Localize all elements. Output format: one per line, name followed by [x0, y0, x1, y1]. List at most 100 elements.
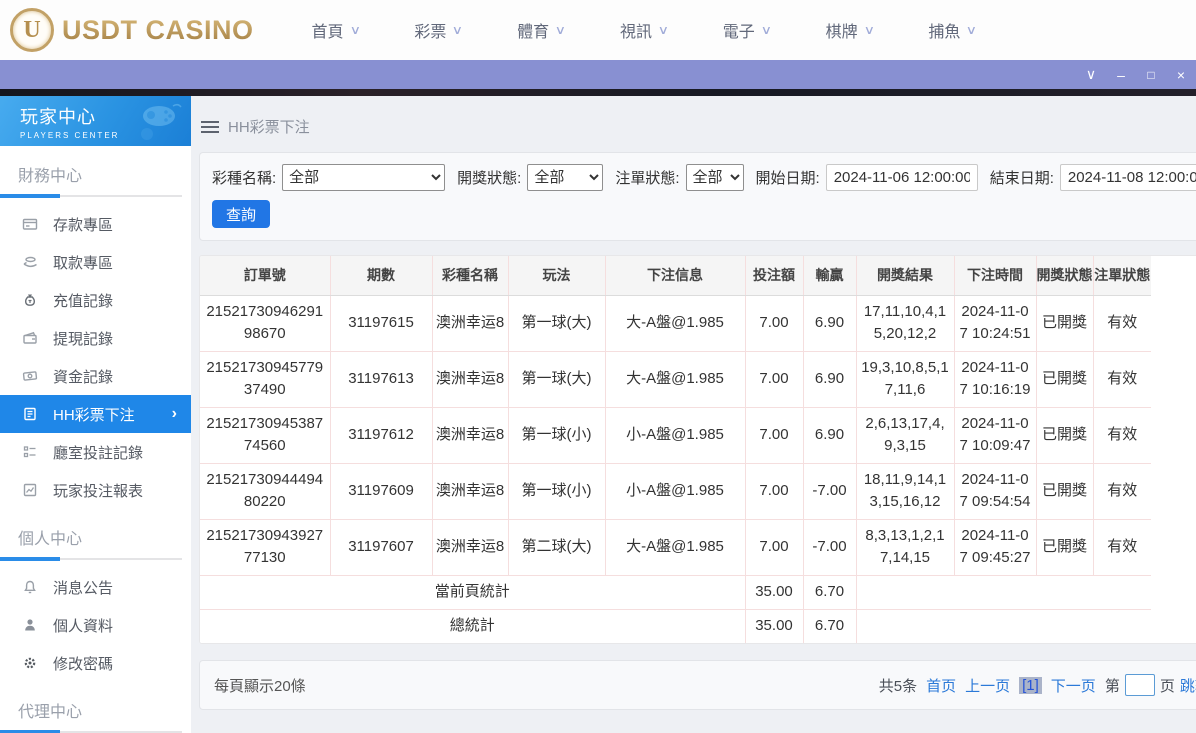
window-minimize-icon[interactable]: – [1106, 67, 1136, 83]
search-button[interactable]: 查詢 [212, 200, 271, 228]
page-total-label: 當前頁統計 [200, 574, 746, 610]
cell-bet-info: 大-A盤@1.985 [604, 294, 746, 352]
nav-item-sports[interactable]: 體育 ∨ [517, 18, 566, 42]
sidebar-item-funds-record[interactable]: 資金記錄 [0, 357, 191, 395]
order-status-select[interactable]: 全部 [685, 164, 744, 191]
cell-order-status: 有效 [1092, 350, 1151, 408]
table-row: 2152173094449480220 31197609 澳洲幸运8 第一球(小… [200, 462, 1151, 520]
section-rule [0, 557, 182, 561]
sidebar-item-profile[interactable]: 個人資料 [0, 606, 191, 644]
jump-link[interactable]: 跳转 [1180, 675, 1196, 696]
sidebar-item-hh-lottery-bets[interactable]: HH彩票下注 › [0, 395, 191, 433]
sidebar-item-label: 充值記錄 [53, 292, 114, 310]
nav-label: 彩票 [414, 24, 447, 41]
cell-draw-status: 已開獎 [1035, 406, 1094, 464]
col-bet-info: 下注信息 [604, 256, 746, 296]
cell-order-id: 2152173094392777130 [200, 518, 331, 576]
report-chart-icon [23, 483, 37, 497]
sidebar-item-announcements[interactable]: 消息公告 [0, 568, 191, 606]
cell-play: 第一球(大) [507, 350, 606, 408]
nav-item-electronic[interactable]: 電子 ∨ [723, 18, 772, 42]
nav-item-lottery[interactable]: 彩票 ∨ [414, 18, 463, 42]
cell-amount: 7.00 [744, 518, 804, 576]
cell-amount: 7.00 [744, 462, 804, 520]
col-order-status: 注單狀態 [1092, 256, 1151, 296]
sidebar-item-label: 消息公告 [53, 579, 114, 597]
cell-bet-info: 大-A盤@1.985 [604, 350, 746, 408]
cell-bet-time: 2024-11-07 10:09:47 [953, 406, 1037, 464]
cell-period: 31197612 [329, 406, 433, 464]
start-date-label: 開始日期: [755, 170, 820, 187]
sidebar-item-label: 取款專區 [53, 254, 114, 272]
table-row: 2152173094538774560 31197612 澳洲幸运8 第一球(小… [200, 406, 1151, 464]
sidebar-item-room-bet-record[interactable]: 廳室投註記錄 [0, 433, 191, 471]
prev-page-link[interactable]: 上一页 [965, 675, 1010, 696]
sidebar-item-withdrawal-record[interactable]: 提現記錄 [0, 319, 191, 357]
nav-item-chess[interactable]: 棋牌 ∨ [826, 18, 875, 42]
col-period: 期數 [329, 256, 433, 296]
gamepad-icon [141, 103, 182, 140]
nav-item-video[interactable]: 視訊 ∨ [619, 18, 670, 42]
lottery-name-label: 彩種名稱: [212, 170, 277, 187]
nav-label: 視訊 [619, 24, 652, 41]
cell-period: 31197607 [329, 518, 433, 576]
nav-item-fishing[interactable]: 捕魚 ∨ [928, 18, 977, 42]
players-center-header: 玩家中心 PLAYERS CENTER [0, 96, 191, 146]
cell-lottery: 澳洲幸运8 [431, 350, 509, 408]
cell-bet-time: 2024-11-07 10:16:19 [953, 350, 1037, 408]
draw-status-select[interactable]: 全部 [527, 164, 604, 191]
window-chevron-icon[interactable]: ∨ [1076, 66, 1106, 83]
next-page-link[interactable]: 下一页 [1051, 675, 1096, 696]
chevron-down-icon: ∨ [863, 23, 875, 37]
sidebar-item-deposit[interactable]: 存款專區 [0, 205, 191, 243]
banknote-icon [22, 371, 38, 381]
gear-icon [24, 657, 36, 669]
window-titlebar: ∨ – □ × [0, 60, 1196, 89]
page-title: HH彩票下注 [228, 119, 310, 136]
cell-bet-time: 2024-11-07 10:24:51 [953, 294, 1037, 352]
menu-toggle-icon[interactable] [201, 120, 219, 133]
first-page-link[interactable]: 首页 [926, 675, 956, 696]
jump-suffix: 页 [1159, 677, 1175, 695]
chevron-down-icon: ∨ [349, 23, 361, 37]
per-page-text: 每頁顯示20條 [214, 677, 306, 695]
grand-total-amount: 35.00 [744, 608, 804, 643]
sidebar-item-label: 個人資料 [53, 617, 114, 635]
sidebar-item-recharge-record[interactable]: 充值記錄 [0, 281, 191, 319]
sidebar-item-change-password[interactable]: 修改密碼 [0, 644, 191, 682]
page-jump-input[interactable] [1124, 674, 1155, 696]
end-date-input[interactable] [1059, 164, 1196, 191]
pagination-bar: 每頁顯示20條 共5条 首页 上一页 [1] 下一页 第 页 跳转 [199, 660, 1196, 710]
cell-order-status: 有效 [1092, 462, 1151, 520]
current-page[interactable]: [1] [1019, 676, 1042, 694]
section-title-agent: 代理中心 [18, 704, 83, 721]
chevron-down-icon: ∨ [657, 23, 670, 37]
cell-lottery: 澳洲幸运8 [431, 518, 509, 576]
cell-play: 第一球(小) [507, 406, 606, 464]
sidebar-item-label: HH彩票下注 [53, 406, 135, 424]
chevron-down-icon: ∨ [760, 23, 772, 37]
cell-result: 19,3,10,8,5,17,11,6 [855, 350, 955, 408]
window-close-icon[interactable]: × [1166, 67, 1196, 83]
sidebar: 玩家中心 PLAYERS CENTER 財務中心 存款專區 取款專區 充值記錄 … [0, 96, 191, 733]
nav-label: 捕魚 [928, 24, 961, 41]
sidebar-item-withdraw[interactable]: 取款專區 [0, 243, 191, 281]
top-header: U USDT CASINO 首頁 ∨ 彩票 ∨ 體育 ∨ 視訊 ∨ 電子 ∨ 棋… [0, 0, 1196, 60]
cell-period: 31197609 [329, 462, 433, 520]
start-date-input[interactable] [825, 164, 978, 191]
end-date-label: 結束日期: [989, 170, 1054, 187]
filter-panel: 彩種名稱: 全部 開獎狀態: 全部 注單狀態: 全部 開始日期: 結束日期: 查… [199, 152, 1196, 241]
sidebar-item-label: 廳室投註記錄 [53, 444, 144, 462]
window-maximize-icon[interactable]: □ [1136, 68, 1166, 82]
col-bet-time: 下注時間 [953, 256, 1037, 296]
lottery-name-select[interactable]: 全部 [282, 164, 446, 191]
sidebar-item-player-bet-report[interactable]: 玩家投注報表 [0, 471, 191, 509]
logo[interactable]: U USDT CASINO [10, 8, 254, 52]
cell-order-id: 2152173094629198670 [200, 294, 331, 352]
nav-item-home[interactable]: 首頁 ∨ [312, 18, 361, 42]
cell-result: 17,11,10,4,15,20,12,2 [855, 294, 955, 352]
cell-order-id: 2152173094538774560 [200, 406, 331, 464]
cell-period: 31197613 [329, 350, 433, 408]
col-draw-status: 開獎狀態 [1035, 256, 1094, 296]
cell-order-id: 2152173094449480220 [200, 462, 331, 520]
